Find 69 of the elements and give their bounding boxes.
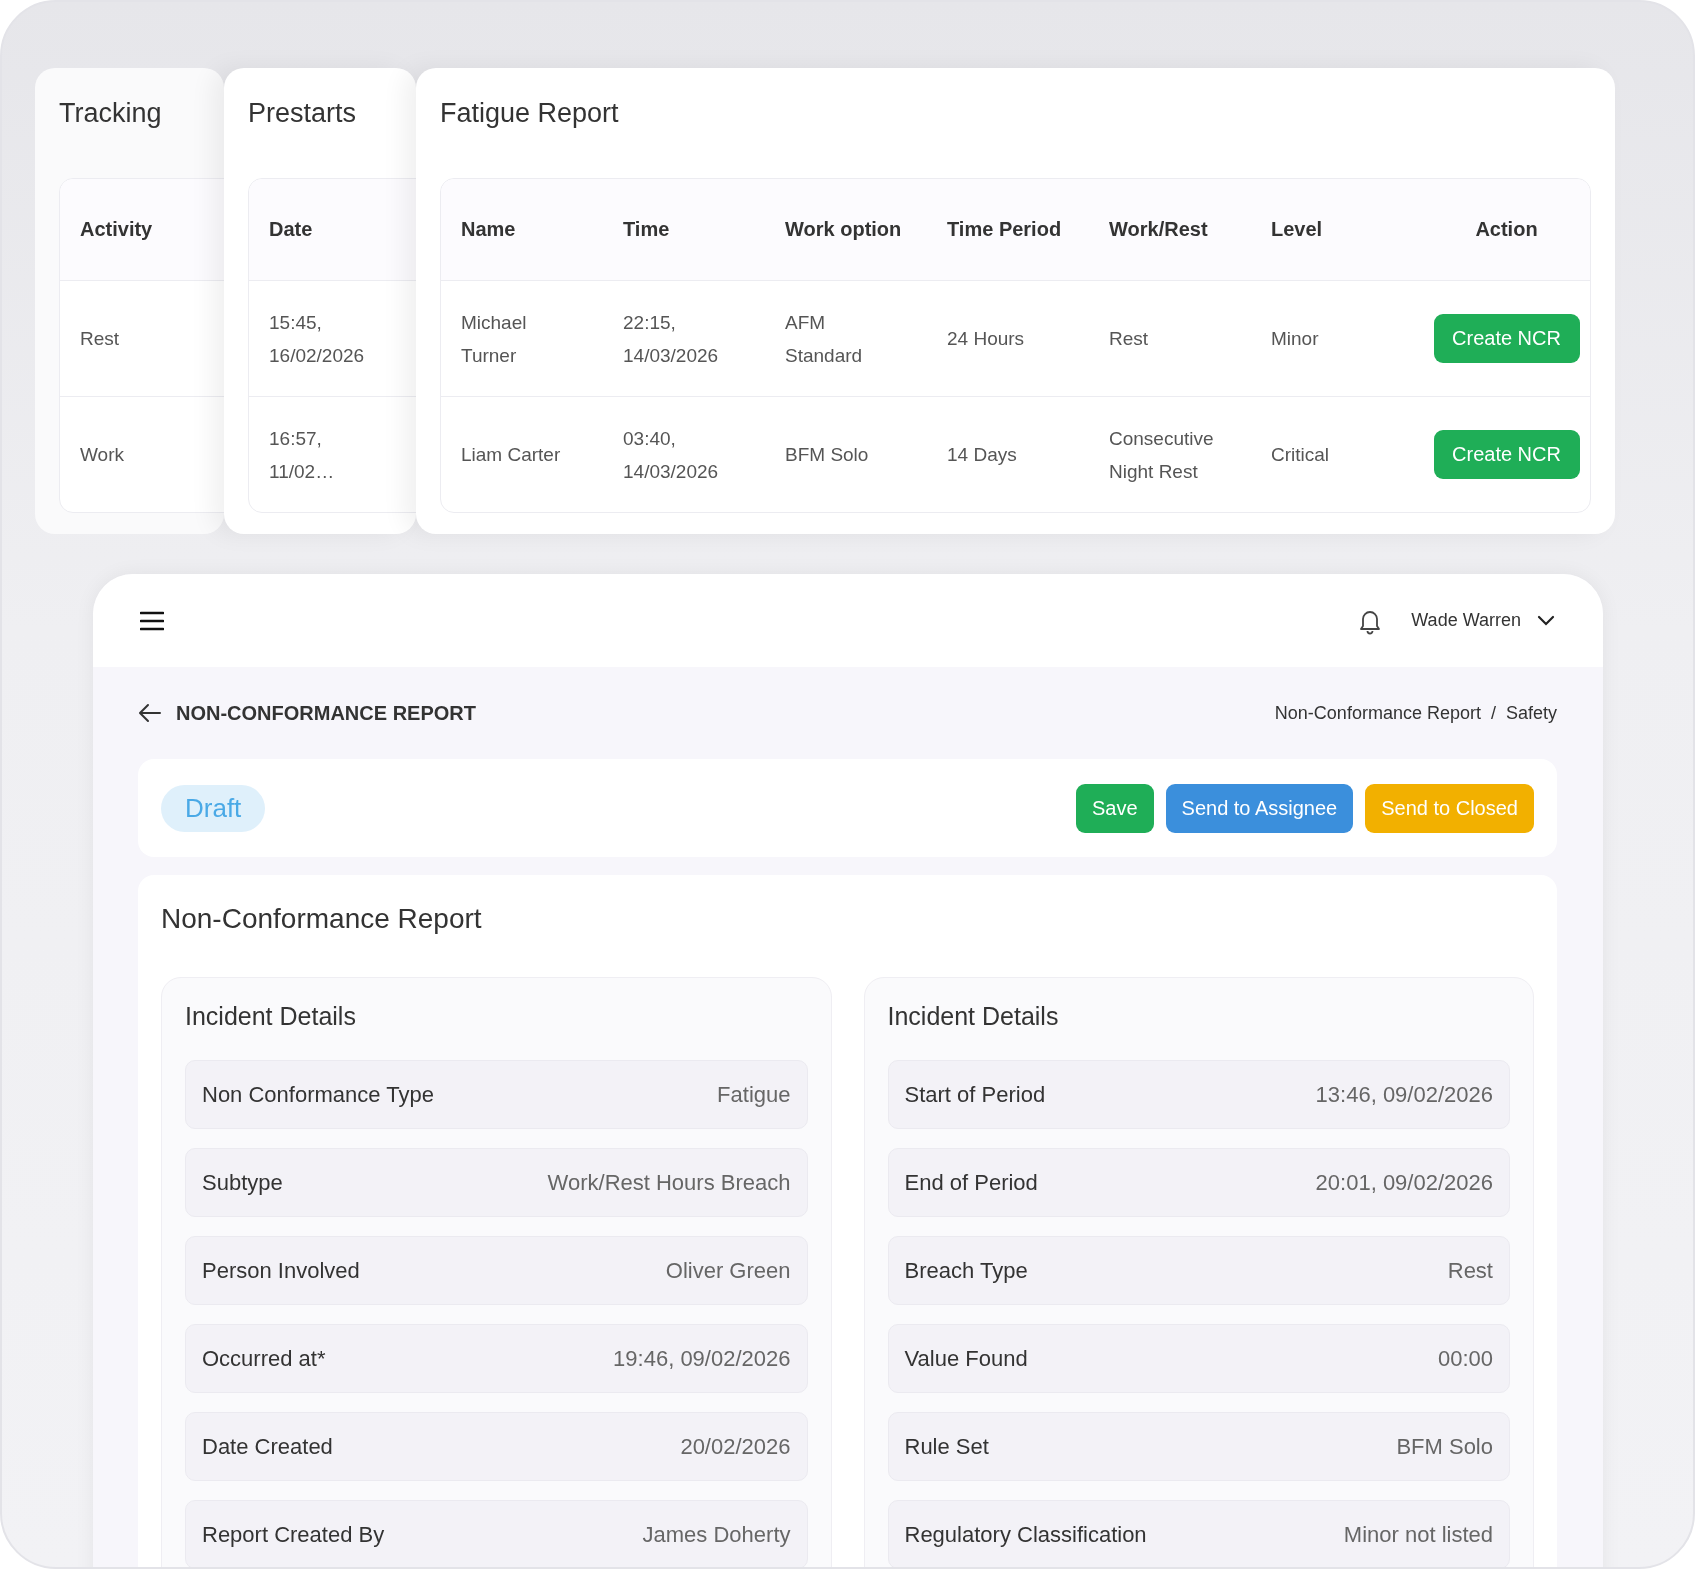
table-cell-text: Michael Turner — [460, 310, 528, 368]
field-label: Regulatory Classification — [904, 1521, 1147, 1548]
field-value: 20/02/2026 — [680, 1433, 791, 1460]
page-title: NON-CONFORMANCE REPORT — [176, 701, 476, 725]
field-value: Work/Rest Hours Breach — [547, 1169, 791, 1196]
table-cell-text: 15:45, 16/02/2026 — [268, 310, 366, 368]
save-button[interactable]: Save — [1075, 783, 1154, 833]
table-cell-text: Rest — [79, 327, 121, 351]
user-name[interactable]: Wade Warren — [1411, 610, 1521, 631]
field-label: End of Period — [904, 1169, 1038, 1196]
panel-title: Incident Details — [887, 1002, 1060, 1032]
table-cell-text: 14 Days — [946, 443, 1018, 467]
table-cell-text: AFM Standard — [784, 310, 864, 368]
field-label: Breach Type — [904, 1257, 1028, 1284]
field-value: James Doherty — [642, 1521, 791, 1548]
column-header: Action — [1474, 218, 1539, 241]
column-header: Date — [268, 218, 314, 241]
card-title: Prestarts — [248, 98, 358, 130]
create-ncr-button[interactable]: Create NCR — [1433, 314, 1580, 363]
table-cell-text: Critical — [1270, 443, 1331, 467]
table-cell-text: 24 Hours — [946, 327, 1026, 351]
report-title: Non-Conformance Report — [161, 903, 483, 936]
card-title: Tracking — [59, 98, 163, 130]
field-label: Rule Set — [904, 1433, 989, 1460]
breadcrumb-link[interactable]: Safety — [1505, 702, 1557, 724]
chevron-down-icon[interactable] — [1537, 614, 1555, 627]
status-badge: Draft — [161, 784, 266, 832]
field-value: 13:46, 09/02/2026 — [1315, 1081, 1493, 1108]
breadcrumb-link[interactable]: Non-Conformance Report — [1274, 702, 1481, 724]
create-ncr-button[interactable]: Create NCR — [1433, 430, 1580, 479]
field-value: Rest — [1447, 1257, 1493, 1284]
panel-title: Incident Details — [185, 1002, 357, 1032]
column-header: Name — [460, 218, 517, 241]
card-title: Fatigue Report — [440, 98, 620, 130]
send-button[interactable]: Send to Closed — [1365, 783, 1534, 833]
column-header: Work/Rest — [1108, 218, 1209, 241]
table-cell-text: 16:57, 11/02… — [268, 426, 336, 484]
table-cell-text: Work — [79, 443, 125, 467]
table-cell-text: 22:15, 14/03/2026 — [622, 310, 720, 368]
field-label: Date Created — [202, 1433, 333, 1460]
field-value: BFM Solo — [1396, 1433, 1493, 1460]
column-header: Time — [622, 218, 671, 241]
field-label: Subtype — [202, 1169, 283, 1196]
field-label: Occurred at* — [202, 1345, 326, 1372]
column-header: Work option — [784, 218, 903, 241]
field-label: Person Involved — [202, 1257, 360, 1284]
column-header: Level — [1270, 218, 1324, 241]
table-cell-text: Minor — [1270, 327, 1320, 351]
table-cell-text: Liam Carter — [460, 443, 562, 467]
field-value: 20:01, 09/02/2026 — [1315, 1169, 1493, 1196]
back-arrow-icon[interactable] — [138, 703, 162, 723]
field-value: 19:46, 09/02/2026 — [613, 1345, 791, 1372]
table-cell-text: BFM Solo — [784, 443, 870, 467]
field-label: Start of Period — [904, 1081, 1046, 1108]
menu-icon[interactable] — [140, 610, 164, 631]
column-header: Time Period — [946, 218, 1063, 241]
field-value: 00:00 — [1437, 1345, 1493, 1372]
breadcrumb-separator: / — [1490, 702, 1496, 724]
field-label: Non Conformance Type — [202, 1081, 434, 1108]
field-value: Fatigue — [717, 1081, 791, 1108]
field-value: Oliver Green — [665, 1257, 791, 1284]
table-cell-text: Rest — [1108, 327, 1150, 351]
field-label: Value Found — [904, 1345, 1028, 1372]
field-label: Report Created By — [202, 1521, 385, 1548]
table-cell-text: 03:40, 14/03/2026 — [622, 426, 720, 484]
field-value: Minor not listed — [1343, 1521, 1493, 1548]
column-header: Activity — [79, 218, 154, 241]
send-button[interactable]: Send to Assignee — [1165, 783, 1354, 833]
table-cell-text: Consecutive Night Rest — [1108, 426, 1215, 484]
